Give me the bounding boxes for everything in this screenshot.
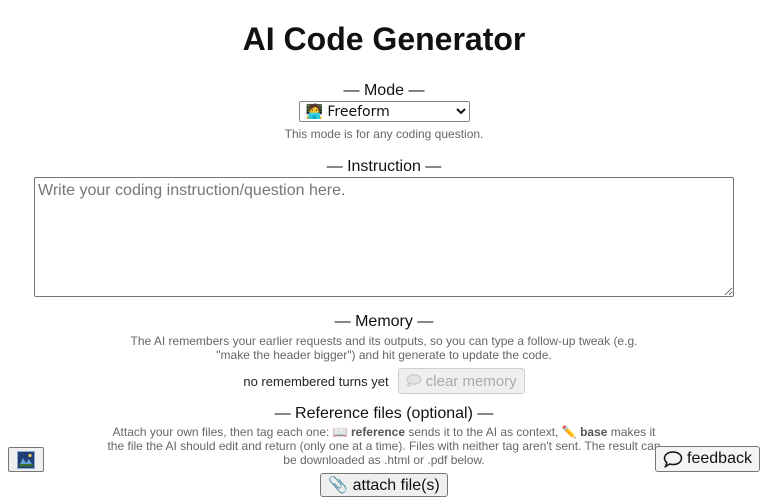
image-button[interactable] <box>8 447 44 472</box>
attach-files-button[interactable]: 📎 attach file(s) <box>320 473 448 497</box>
clear-memory-label: clear memory <box>425 372 517 390</box>
mode-label: — Mode — <box>343 82 425 99</box>
memory-description: The AI remembers your earlier requests a… <box>130 334 638 362</box>
pencil-icon: ✏️ <box>561 425 577 439</box>
page-title: AI Code Generator <box>242 21 526 57</box>
feedback-button[interactable]: feedback <box>655 446 760 472</box>
memory-status: no remembered turns yet <box>243 373 389 389</box>
clear-memory-button[interactable]: clear memory <box>397 368 525 394</box>
memory-row: no remembered turns yet clear memory <box>0 368 768 394</box>
ref-base-word: base <box>580 425 608 439</box>
ref-desc-part1: Attach your own files, then tag each one… <box>112 425 333 439</box>
instruction-textarea[interactable] <box>34 177 734 297</box>
feedback-label: feedback <box>687 450 752 467</box>
instruction-label: — Instruction — <box>326 158 442 175</box>
landscape-picture-icon <box>17 450 35 469</box>
memory-label: — Memory — <box>334 313 434 330</box>
ref-desc-part2: sends it to the AI as context, <box>405 425 562 439</box>
reference-files-description: Attach your own files, then tag each one… <box>104 425 664 467</box>
mode-select[interactable]: 🧑‍💻 Freeform <box>298 101 470 122</box>
speech-bubble-icon <box>663 451 683 468</box>
ref-reference-word: reference <box>350 425 406 439</box>
page: AI Code Generator — Mode — 🧑‍💻 Freeform … <box>0 0 768 497</box>
book-icon: 📖 <box>332 425 348 439</box>
reference-files-label: — Reference files (optional) — <box>274 405 494 422</box>
speech-bubble-icon <box>406 373 422 387</box>
mode-description: This mode is for any coding question. <box>284 127 484 141</box>
